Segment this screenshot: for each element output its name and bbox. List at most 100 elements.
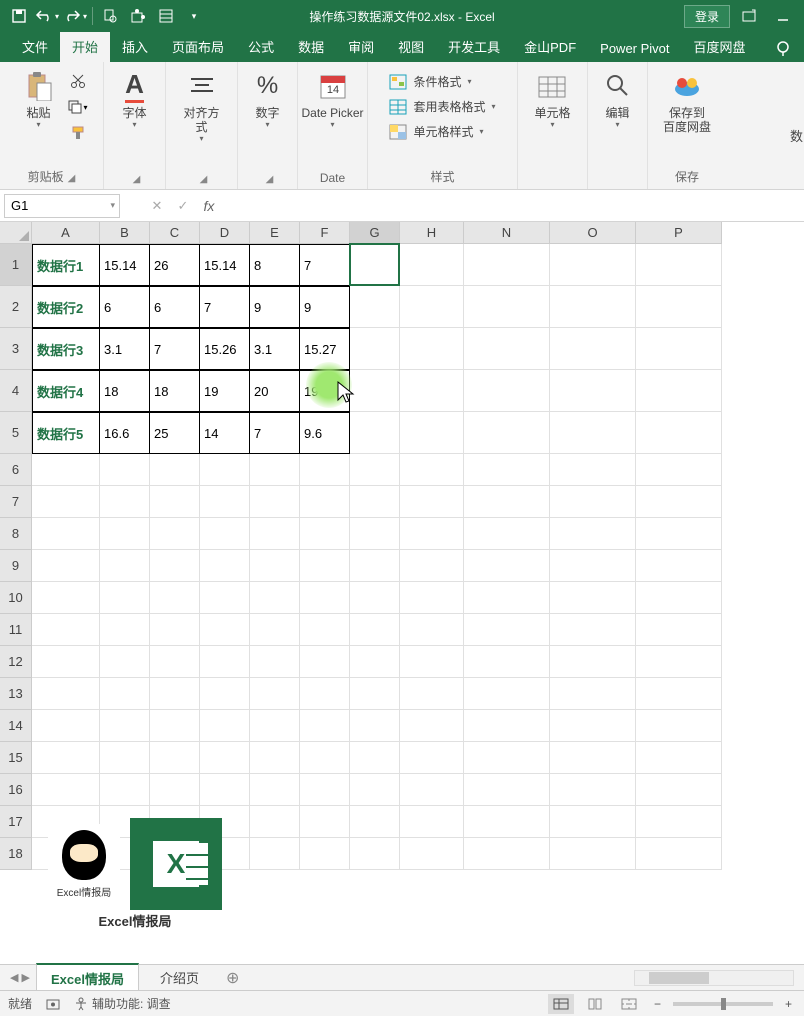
cell[interactable] bbox=[464, 550, 550, 582]
cell[interactable] bbox=[400, 412, 464, 454]
row-header-5[interactable]: 5 bbox=[0, 412, 32, 454]
cell[interactable] bbox=[250, 710, 300, 742]
cell[interactable] bbox=[636, 614, 722, 646]
col-header-A[interactable]: A bbox=[32, 222, 100, 244]
cell[interactable] bbox=[400, 678, 464, 710]
cell[interactable] bbox=[200, 678, 250, 710]
cell[interactable] bbox=[32, 710, 100, 742]
cell[interactable] bbox=[464, 838, 550, 870]
cell[interactable] bbox=[150, 454, 200, 486]
table-cell[interactable]: 19 bbox=[300, 370, 350, 412]
row-header-15[interactable]: 15 bbox=[0, 742, 32, 774]
cell[interactable] bbox=[300, 838, 350, 870]
cell[interactable] bbox=[150, 550, 200, 582]
cell[interactable] bbox=[350, 742, 400, 774]
cell[interactable] bbox=[350, 244, 400, 286]
tab-view[interactable]: 视图 bbox=[386, 31, 436, 62]
cell[interactable] bbox=[400, 454, 464, 486]
cell[interactable] bbox=[400, 646, 464, 678]
cell[interactable] bbox=[250, 582, 300, 614]
cell[interactable] bbox=[464, 678, 550, 710]
cell[interactable] bbox=[636, 678, 722, 710]
col-header-E[interactable]: E bbox=[250, 222, 300, 244]
cell[interactable] bbox=[200, 582, 250, 614]
table-cell[interactable]: 6 bbox=[150, 286, 200, 328]
cell[interactable] bbox=[350, 582, 400, 614]
col-header-N[interactable]: N bbox=[464, 222, 550, 244]
col-header-B[interactable]: B bbox=[100, 222, 150, 244]
cell[interactable] bbox=[250, 742, 300, 774]
formula-input[interactable] bbox=[222, 194, 804, 218]
save-to-baidu-button[interactable]: 保存到 百度网盘 bbox=[657, 66, 717, 136]
sheet-tab-2[interactable]: 介绍页 bbox=[145, 963, 214, 992]
cell[interactable] bbox=[100, 582, 150, 614]
row-header-14[interactable]: 14 bbox=[0, 710, 32, 742]
cell[interactable] bbox=[250, 646, 300, 678]
table-cell[interactable]: 25 bbox=[150, 412, 200, 454]
table-cell[interactable]: 16.6 bbox=[100, 412, 150, 454]
cell[interactable] bbox=[464, 518, 550, 550]
cell[interactable] bbox=[200, 550, 250, 582]
cell[interactable] bbox=[636, 370, 722, 412]
cell[interactable] bbox=[32, 614, 100, 646]
cell[interactable] bbox=[636, 838, 722, 870]
print-preview-icon[interactable] bbox=[97, 3, 123, 29]
font-dialog-launcher-icon[interactable]: ◢ bbox=[133, 174, 141, 185]
cell[interactable] bbox=[550, 550, 636, 582]
cell[interactable] bbox=[150, 582, 200, 614]
table-cell[interactable]: 15.14 bbox=[100, 244, 150, 286]
page-layout-view-icon[interactable] bbox=[582, 994, 608, 1014]
tab-insert[interactable]: 插入 bbox=[110, 31, 160, 62]
cell[interactable] bbox=[550, 328, 636, 370]
tab-page-layout[interactable]: 页面布局 bbox=[160, 31, 236, 62]
col-header-C[interactable]: C bbox=[150, 222, 200, 244]
ribbon-display-options-icon[interactable] bbox=[734, 3, 764, 29]
conditional-formatting-button[interactable]: 条件格式▾ bbox=[385, 70, 499, 93]
tab-home[interactable]: 开始 bbox=[60, 31, 110, 62]
cell[interactable] bbox=[636, 710, 722, 742]
table-cell[interactable]: 3.1 bbox=[250, 328, 300, 370]
cell[interactable] bbox=[550, 614, 636, 646]
cell[interactable] bbox=[100, 742, 150, 774]
cell[interactable] bbox=[400, 614, 464, 646]
horizontal-scrollbar[interactable] bbox=[634, 970, 794, 986]
number-dialog-launcher-icon[interactable]: ◢ bbox=[266, 174, 274, 185]
cell[interactable] bbox=[250, 486, 300, 518]
row-header-16[interactable]: 16 bbox=[0, 774, 32, 806]
table-cell[interactable]: 14 bbox=[200, 412, 250, 454]
cell[interactable] bbox=[350, 646, 400, 678]
row-header-9[interactable]: 9 bbox=[0, 550, 32, 582]
cell[interactable] bbox=[350, 550, 400, 582]
cell[interactable] bbox=[300, 550, 350, 582]
tab-formulas[interactable]: 公式 bbox=[236, 31, 286, 62]
cell[interactable] bbox=[150, 518, 200, 550]
sheet-nav-arrows[interactable]: ◀ ▶ bbox=[10, 971, 30, 984]
cell[interactable] bbox=[350, 518, 400, 550]
cell[interactable] bbox=[32, 742, 100, 774]
cell[interactable] bbox=[200, 614, 250, 646]
cell[interactable] bbox=[400, 742, 464, 774]
cell[interactable] bbox=[250, 678, 300, 710]
row-header-18[interactable]: 18 bbox=[0, 838, 32, 870]
undo-icon[interactable]: ▾ bbox=[34, 3, 60, 29]
tab-data[interactable]: 数据 bbox=[286, 31, 336, 62]
cell[interactable] bbox=[464, 710, 550, 742]
cell[interactable] bbox=[400, 328, 464, 370]
cell[interactable] bbox=[550, 742, 636, 774]
minimize-icon[interactable] bbox=[768, 3, 798, 29]
cell[interactable] bbox=[250, 838, 300, 870]
cells-button[interactable]: 单元格▾ bbox=[528, 66, 576, 131]
table-cell[interactable]: 20 bbox=[250, 370, 300, 412]
cell[interactable] bbox=[550, 806, 636, 838]
cell[interactable] bbox=[100, 710, 150, 742]
login-button[interactable]: 登录 bbox=[684, 5, 730, 28]
redo-icon[interactable]: ▾ bbox=[62, 3, 88, 29]
table-cell[interactable]: 9.6 bbox=[300, 412, 350, 454]
cell[interactable] bbox=[464, 774, 550, 806]
cell[interactable] bbox=[550, 678, 636, 710]
alignment-button[interactable]: 对齐方式▾ bbox=[172, 66, 231, 145]
cancel-formula-icon[interactable]: ✕ bbox=[144, 194, 170, 218]
cell[interactable] bbox=[300, 614, 350, 646]
normal-view-icon[interactable] bbox=[548, 994, 574, 1014]
cell[interactable] bbox=[400, 582, 464, 614]
